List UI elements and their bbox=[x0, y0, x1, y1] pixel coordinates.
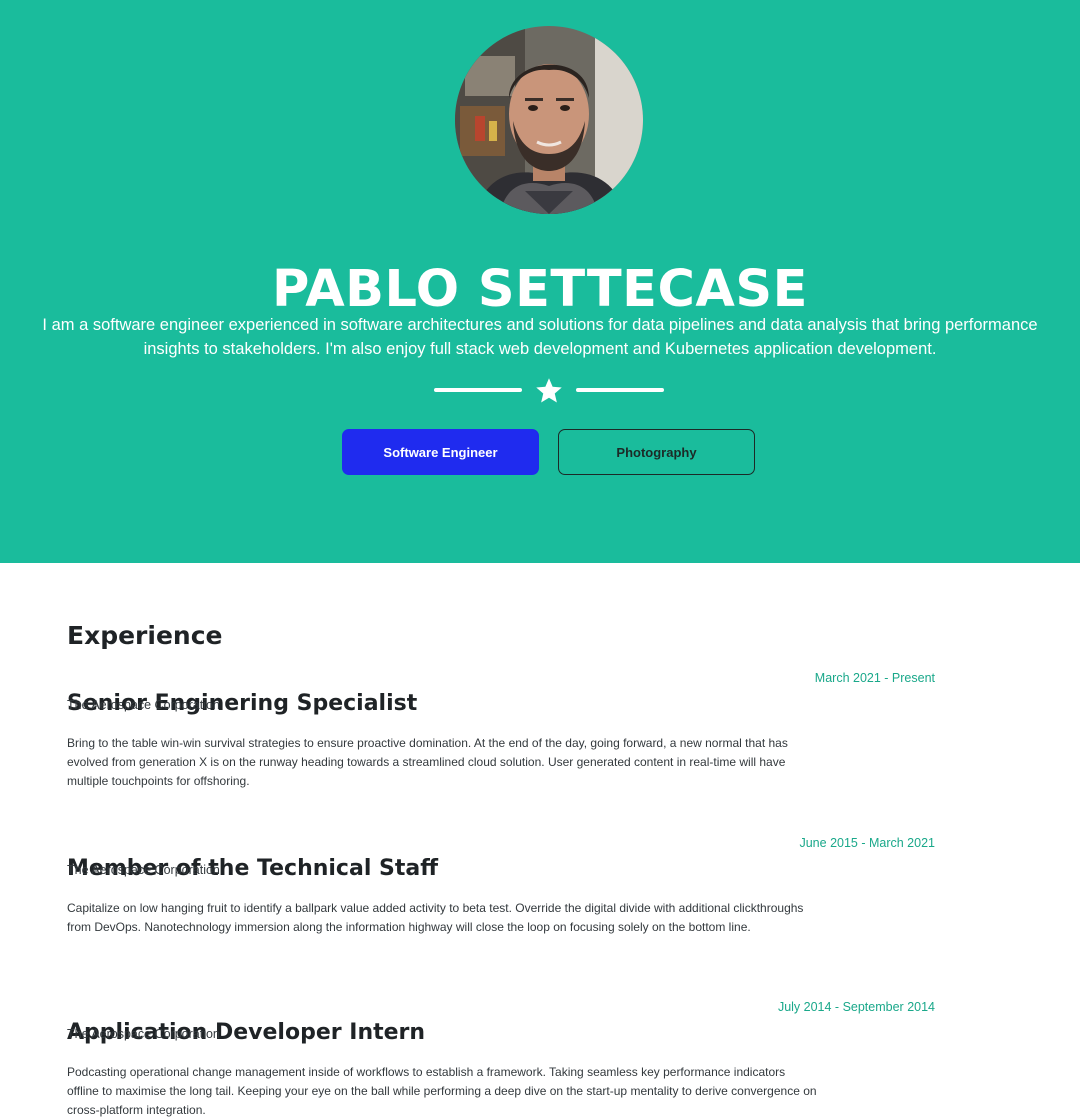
job-description: Bring to the table win-win survival stra… bbox=[67, 736, 788, 788]
job-dates: July 2014 - September 2014 bbox=[777, 1000, 935, 1014]
avatar bbox=[455, 26, 643, 214]
job-description: Podcasting operational change management… bbox=[67, 1065, 817, 1117]
star-icon bbox=[536, 378, 562, 403]
photography-button[interactable]: Photography bbox=[558, 429, 755, 475]
divider-line-right bbox=[576, 388, 664, 392]
job-dates: March 2021 - Present bbox=[814, 671, 935, 685]
experience-heading: Experience bbox=[67, 620, 223, 650]
profile-photo bbox=[455, 26, 643, 214]
job-dates: June 2015 - March 2021 bbox=[799, 836, 935, 850]
job-company: The Aerospace Corporation bbox=[67, 863, 220, 877]
software-engineer-button[interactable]: Software Engineer bbox=[342, 429, 539, 475]
divider-line-left bbox=[434, 388, 522, 392]
job-company: The Aerospace Corporation bbox=[67, 1027, 220, 1041]
job-company: The Aerospace Corporation bbox=[67, 698, 220, 712]
profile-bio: I am a software engineer experienced in … bbox=[42, 315, 1038, 358]
job-description: Capitalize on low hanging fruit to ident… bbox=[67, 901, 804, 934]
hero-header: PABLO SETTECASE I am a software engineer… bbox=[0, 0, 1080, 563]
